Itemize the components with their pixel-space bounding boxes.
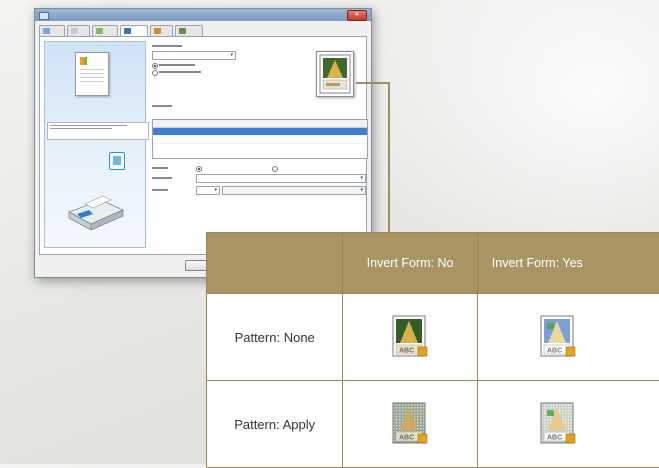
tab-paper[interactable] [66,25,90,36]
tab-basic[interactable] [39,25,65,36]
pattern-select[interactable] [196,186,220,195]
form-overlay-patterned-inverted-icon: ABC [540,402,576,444]
pattern-detail-select[interactable] [222,186,366,195]
radio-option-2-label [159,71,201,73]
form-list-row[interactable] [153,136,367,144]
svg-text:ABC: ABC [399,435,414,442]
table-corner [205,232,344,294]
form-overlay-inverted-icon: ABC [540,315,576,357]
tab-form-icon [124,28,132,34]
column-header-invert-no: Invert Form: No [342,232,478,294]
cell-none-yes: ABC [476,293,659,381]
form-list-table [152,119,368,159]
tab-maintenance-icon [179,28,187,34]
row-label-pattern-apply: Pattern: Apply [205,380,344,468]
form-list-row-selected[interactable] [153,128,367,135]
close-button[interactable]: ✕ [347,10,367,21]
pattern-label [152,189,168,191]
form-overlay-preview-icon [316,51,354,97]
tab-finishing-icon [95,28,103,34]
form-mode-select[interactable] [152,51,236,60]
tab-maintenance[interactable] [175,25,204,36]
tab-paper-icon [70,28,78,34]
invert-form-no-radio[interactable] [196,166,202,172]
info-line [50,128,113,129]
radio-option-1-label [159,64,195,66]
invert-form-comparison-table: Invert Form: No Invert Form: Yes Pattern… [205,232,659,468]
form-overlay-patterned-icon: ABC [392,402,428,444]
tab-finishing[interactable] [91,25,119,36]
invert-form-yes-radio[interactable] [272,166,278,172]
page-preview-line [80,81,104,82]
info-line [50,125,127,126]
page-preview-line [80,69,104,70]
column-header-invert-yes: Invert Form: Yes [476,232,659,294]
apply-form-label [152,177,172,179]
copy-icon[interactable] [109,152,125,170]
connector-line [356,82,390,84]
cell-none-no: ABC [342,293,478,381]
page-preview-line [80,73,104,74]
apply-form-select[interactable] [196,174,366,183]
cell-apply-yes: ABC [476,380,659,468]
page-preview-mark [84,57,87,65]
form-list-header [153,120,367,128]
preview-pane [44,41,149,248]
forms-list-label [152,105,172,107]
invert-form-label [152,167,168,169]
svg-text:ABC: ABC [547,435,562,442]
app-icon [39,12,49,20]
connector-line [388,82,390,234]
tab-effects[interactable] [150,25,174,36]
tab-panel [39,36,368,255]
tab-basic-icon [43,28,50,34]
page-preview-line [80,77,104,78]
form-settings-area [152,43,368,248]
setting-label [152,45,182,47]
dialog-tabs [39,25,367,37]
dialog-titlebar: ✕ [35,9,371,21]
radio-option-1[interactable] [152,63,158,69]
row-label-pattern-none: Pattern: None [205,293,344,381]
form-list-row[interactable] [153,144,367,151]
radio-option-2[interactable] [152,70,158,76]
printer-icon [68,195,124,230]
svg-text:ABC: ABC [399,348,414,355]
form-overlay-normal-icon: ABC [392,315,428,357]
page-preview [75,52,109,96]
tab-effects-icon [154,28,162,34]
paper-info-box [47,122,149,140]
svg-text:ABC: ABC [547,348,562,355]
cell-apply-no: ABC [342,380,478,468]
